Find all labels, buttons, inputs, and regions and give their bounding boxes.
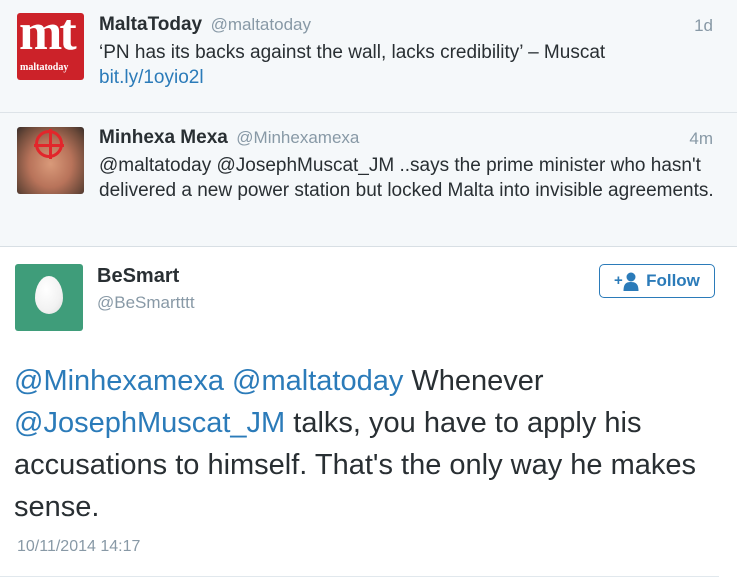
logo-wordmark: maltatoday bbox=[20, 62, 69, 73]
focused-tweet: BeSmart @BeSmartttt + Follow @Minhexamex… bbox=[0, 248, 737, 584]
follow-label: Follow bbox=[646, 271, 700, 290]
egg-icon bbox=[35, 276, 63, 314]
maltatoday-logo: mt maltatoday bbox=[17, 13, 84, 80]
tweet-time[interactable]: 4m bbox=[689, 129, 713, 149]
author-handle[interactable]: @BeSmartttt bbox=[97, 293, 195, 313]
add-user-icon: + bbox=[614, 271, 640, 291]
profile-photo bbox=[17, 127, 84, 194]
svg-text:+: + bbox=[614, 272, 623, 289]
crosshair-icon bbox=[34, 129, 64, 159]
avatar[interactable] bbox=[17, 127, 84, 194]
mention-josephmuscat[interactable]: @JosephMuscat_JM bbox=[14, 407, 285, 439]
tweet-author: BeSmart @BeSmartttt bbox=[97, 265, 195, 313]
follow-button[interactable]: + Follow bbox=[599, 264, 715, 298]
logo-mt-text: mt bbox=[19, 13, 77, 61]
tweet-text: @maltatoday @JosephMuscat_JM ..says the … bbox=[99, 155, 714, 201]
divider bbox=[0, 576, 719, 577]
tweet-header: Minhexa Mexa @Minhexamexa bbox=[99, 127, 359, 149]
mention-maltatoday[interactable]: @maltatoday bbox=[232, 365, 403, 397]
author-name[interactable]: Minhexa Mexa bbox=[99, 127, 228, 148]
conversation-thread: mt maltatoday MaltaToday @maltatoday 1d … bbox=[0, 0, 737, 247]
tweet-text: ‘PN has its backs against the wall, lack… bbox=[99, 40, 719, 90]
tweet-link[interactable]: bit.ly/1oyio2l bbox=[99, 65, 719, 90]
tweet-text-part: Whenever bbox=[403, 365, 544, 397]
avatar[interactable] bbox=[15, 264, 83, 331]
tweet-timestamp[interactable]: 10/11/2014 14:17 bbox=[17, 538, 140, 556]
tweet-time[interactable]: 1d bbox=[694, 16, 713, 36]
tweet-header: MaltaToday @maltatoday bbox=[99, 14, 311, 36]
author-handle[interactable]: @Minhexamexa bbox=[236, 128, 359, 147]
author-handle[interactable]: @maltatoday bbox=[211, 15, 311, 34]
tweet-body: ‘PN has its backs against the wall, lack… bbox=[99, 42, 606, 63]
mention-minhexamexa[interactable]: @Minhexamexa bbox=[14, 365, 224, 397]
tweet-maltatoday[interactable]: mt maltatoday MaltaToday @maltatoday 1d … bbox=[0, 0, 737, 113]
avatar[interactable]: mt maltatoday bbox=[17, 13, 84, 80]
tweet-minhexa[interactable]: Minhexa Mexa @Minhexamexa 4m @maltatoday… bbox=[0, 113, 737, 247]
author-name[interactable]: BeSmart bbox=[97, 265, 195, 288]
tweet-text: @Minhexamexa @maltatoday Whenever @Josep… bbox=[14, 360, 714, 528]
author-name[interactable]: MaltaToday bbox=[99, 14, 202, 35]
